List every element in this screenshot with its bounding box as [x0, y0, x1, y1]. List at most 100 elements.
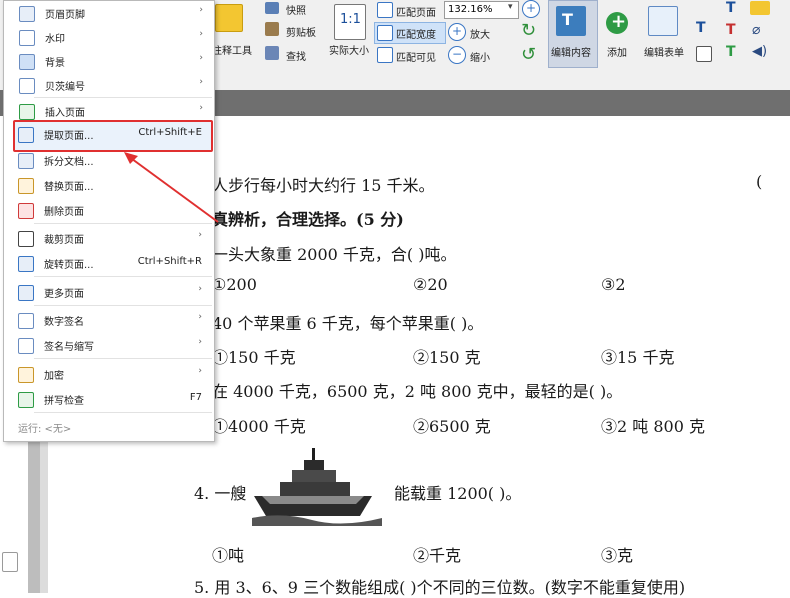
- menu-item-digital-signature[interactable]: 数字签名 ›: [4, 308, 212, 332]
- insert-pages-icon: [19, 104, 35, 120]
- submenu-arrow-icon: ›: [198, 312, 202, 322]
- menu-separator: [34, 97, 212, 98]
- menu-item-sign-initials[interactable]: 签名与缩写 ›: [4, 333, 212, 357]
- zoom-in-menu-icon[interactable]: +: [522, 0, 540, 18]
- menu-item-encrypt[interactable]: 加密 ›: [4, 362, 212, 386]
- edit-text-glyph: T: [562, 10, 573, 29]
- text-box-icon[interactable]: T: [726, 44, 736, 60]
- zoom-in-button[interactable]: 放大: [470, 26, 490, 41]
- doc-line-1: 人步行每小时大约行 15 千米。: [212, 176, 435, 195]
- menu-item-background[interactable]: 背景 ›: [5, 49, 213, 73]
- menu-item-label: 插入页面: [45, 108, 85, 119]
- doc-line-1-paren: (: [756, 172, 763, 191]
- find-icon[interactable]: [265, 46, 279, 60]
- page-thumbnail-icon[interactable]: [2, 552, 18, 572]
- menu-item-label: 拆分文档...: [44, 157, 94, 168]
- submenu-arrow-icon: ›: [199, 29, 203, 39]
- spell-check-icon: [18, 392, 34, 408]
- scrollbar-thumb[interactable]: [28, 430, 40, 593]
- menu-shortcut: Ctrl+Shift+E: [138, 127, 202, 138]
- menu-item-rotate-pages[interactable]: 旋转页面... Ctrl+Shift+R: [4, 251, 212, 275]
- menu-item-label: 签名与缩写: [44, 342, 94, 353]
- clipboard-button[interactable]: 剪贴板: [286, 24, 316, 39]
- menu-item-label: 旋转页面...: [44, 260, 94, 271]
- submenu-arrow-icon: ›: [199, 53, 203, 63]
- zoom-out-icon[interactable]: −: [448, 46, 466, 64]
- menu-separator: [34, 305, 212, 306]
- zoom-dropdown-icon[interactable]: ▾: [508, 2, 513, 12]
- menu-item-label: 拼写检查: [44, 396, 84, 407]
- add-button[interactable]: 添加: [607, 44, 627, 59]
- submenu-arrow-icon: ›: [199, 103, 203, 113]
- fit-visible-button[interactable]: 匹配可见: [396, 49, 436, 64]
- zoom-in-icon[interactable]: +: [448, 23, 466, 41]
- submenu-arrow-icon: ›: [199, 77, 203, 87]
- fit-page-button[interactable]: 匹配页面: [396, 4, 436, 19]
- menu-separator: [34, 412, 212, 413]
- doc-question-2: 40 个苹果重 6 千克，每个苹果重( )。: [212, 314, 484, 333]
- menu-item-label: 更多页面: [44, 289, 84, 300]
- edit-content-button[interactable]: 编辑内容: [551, 44, 591, 59]
- add-glyph: +: [611, 11, 627, 32]
- menu-item-watermark[interactable]: 水印 ›: [5, 25, 213, 49]
- delete-pages-icon: [18, 203, 34, 219]
- snapshot-button[interactable]: 快照: [286, 2, 306, 17]
- menu-item-label: 数字签名: [44, 317, 84, 328]
- crop-pages-icon: [18, 231, 34, 247]
- split-document-icon: [18, 153, 34, 169]
- ship-illustration: [252, 448, 382, 526]
- text-field-icon[interactable]: T: [696, 20, 706, 36]
- doc-q1-option-c: ③2: [601, 275, 626, 294]
- sign-initials-icon: [18, 338, 34, 354]
- fit-page-icon[interactable]: [377, 2, 393, 18]
- actual-size-glyph: 1:1: [340, 12, 361, 27]
- doc-q1-option-a: ①200: [212, 275, 257, 294]
- zoom-out-button[interactable]: 缩小: [470, 49, 490, 64]
- annotate-tools-button[interactable]: 注释工具: [212, 42, 252, 57]
- edit-form-icon[interactable]: [648, 6, 678, 36]
- comment-tool-icon[interactable]: [215, 4, 243, 32]
- text-color-icon[interactable]: T: [726, 0, 736, 16]
- note-icon[interactable]: [750, 1, 770, 15]
- doc-q2-option-c: ③15 千克: [601, 348, 675, 367]
- fit-visible-icon[interactable]: [377, 47, 393, 63]
- watermark-icon: [19, 30, 35, 46]
- doc-q2-option-a: ①150 千克: [212, 348, 296, 367]
- menu-item-label: 加密: [44, 371, 64, 382]
- sound-icon[interactable]: ◀): [752, 44, 767, 59]
- doc-q1-option-b: ②20: [413, 275, 448, 294]
- menu-item-header-footer[interactable]: 页眉页脚 ›: [5, 1, 213, 25]
- submenu-arrow-icon: ›: [199, 5, 203, 15]
- menu-item-extract-pages[interactable]: 提取页面... Ctrl+Shift+E: [4, 122, 212, 146]
- menu-run-footer: 运行: <无>: [18, 424, 72, 435]
- header-footer-icon: [19, 6, 35, 22]
- submenu-arrow-icon: ›: [198, 284, 202, 294]
- lock-icon: [18, 367, 34, 383]
- extract-pages-icon: [18, 127, 34, 143]
- doc-q4-option-a: ①吨: [212, 546, 245, 565]
- strikeout-icon[interactable]: T: [726, 22, 736, 38]
- doc-question-4-start: 4. 一艘: [194, 484, 247, 503]
- clipboard-icon[interactable]: [265, 22, 279, 36]
- edit-form-button[interactable]: 编辑表单: [644, 44, 684, 59]
- attach-icon[interactable]: ⌀: [752, 22, 760, 38]
- submenu-arrow-icon: ›: [198, 230, 202, 240]
- image-tool-icon[interactable]: [696, 46, 712, 62]
- menu-item-label: 背景: [45, 58, 65, 69]
- menu-item-more-pages[interactable]: 更多页面 ›: [4, 280, 212, 304]
- doc-q4-option-b: ②千克: [413, 546, 462, 565]
- actual-size-button[interactable]: 实际大小: [329, 42, 369, 57]
- find-button[interactable]: 查找: [286, 48, 306, 63]
- menu-item-spell-check[interactable]: 拼写检查 F7: [4, 387, 212, 411]
- snapshot-icon[interactable]: [265, 2, 279, 14]
- rotate-right-icon[interactable]: ↻: [521, 20, 536, 41]
- fit-width-icon[interactable]: [377, 25, 393, 41]
- menu-item-label: 替换页面...: [44, 182, 94, 193]
- doc-q3-option-b: ②6500 克: [413, 417, 491, 436]
- menu-item-label: 页眉页脚: [45, 10, 85, 21]
- fit-width-button[interactable]: 匹配宽度: [396, 26, 436, 41]
- menu-item-bates-numbering[interactable]: 贝茨编号 ›: [5, 73, 213, 97]
- doc-question-4-end: 能载重 1200( )。: [394, 484, 522, 503]
- doc-section-heading: 真辨析，合理选择。(5 分): [212, 210, 404, 229]
- rotate-left-icon[interactable]: ↺: [521, 44, 536, 65]
